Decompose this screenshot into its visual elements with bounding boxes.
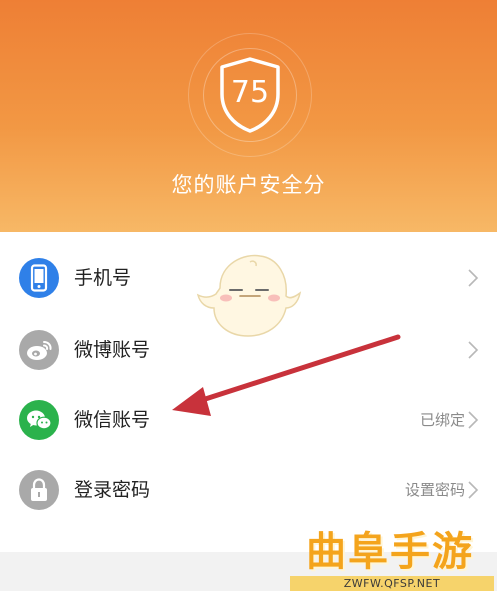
chevron-right-icon [468,341,479,359]
wechat-icon [19,400,59,440]
row-status: 已绑定 [419,411,465,429]
security-score: 75 [230,75,270,110]
watermark-url: ZWFW.QFSP.NET [290,576,494,591]
row-login-password[interactable]: 登录密码 设置密码 [0,455,497,525]
header-title: 您的账户安全分 [171,173,326,197]
chevron-right-icon [468,411,479,429]
row-label: 微信账号 [74,409,151,431]
lock-icon [19,470,59,510]
mascot-sticker [196,254,302,337]
watermark-title: 曲阜手游网 [306,528,474,591]
row-label: 手机号 [74,267,132,289]
chevron-right-icon [468,481,479,499]
row-label: 微博账号 [74,339,151,361]
phone-icon [19,258,59,298]
security-score-header: 75 您的账户安全分 [0,0,497,232]
row-label: 登录密码 [74,479,151,501]
row-wechat[interactable]: 微信账号 已绑定 [0,385,497,455]
chevron-right-icon [468,269,479,287]
row-status: 设置密码 [404,481,465,499]
weibo-icon [19,330,59,370]
